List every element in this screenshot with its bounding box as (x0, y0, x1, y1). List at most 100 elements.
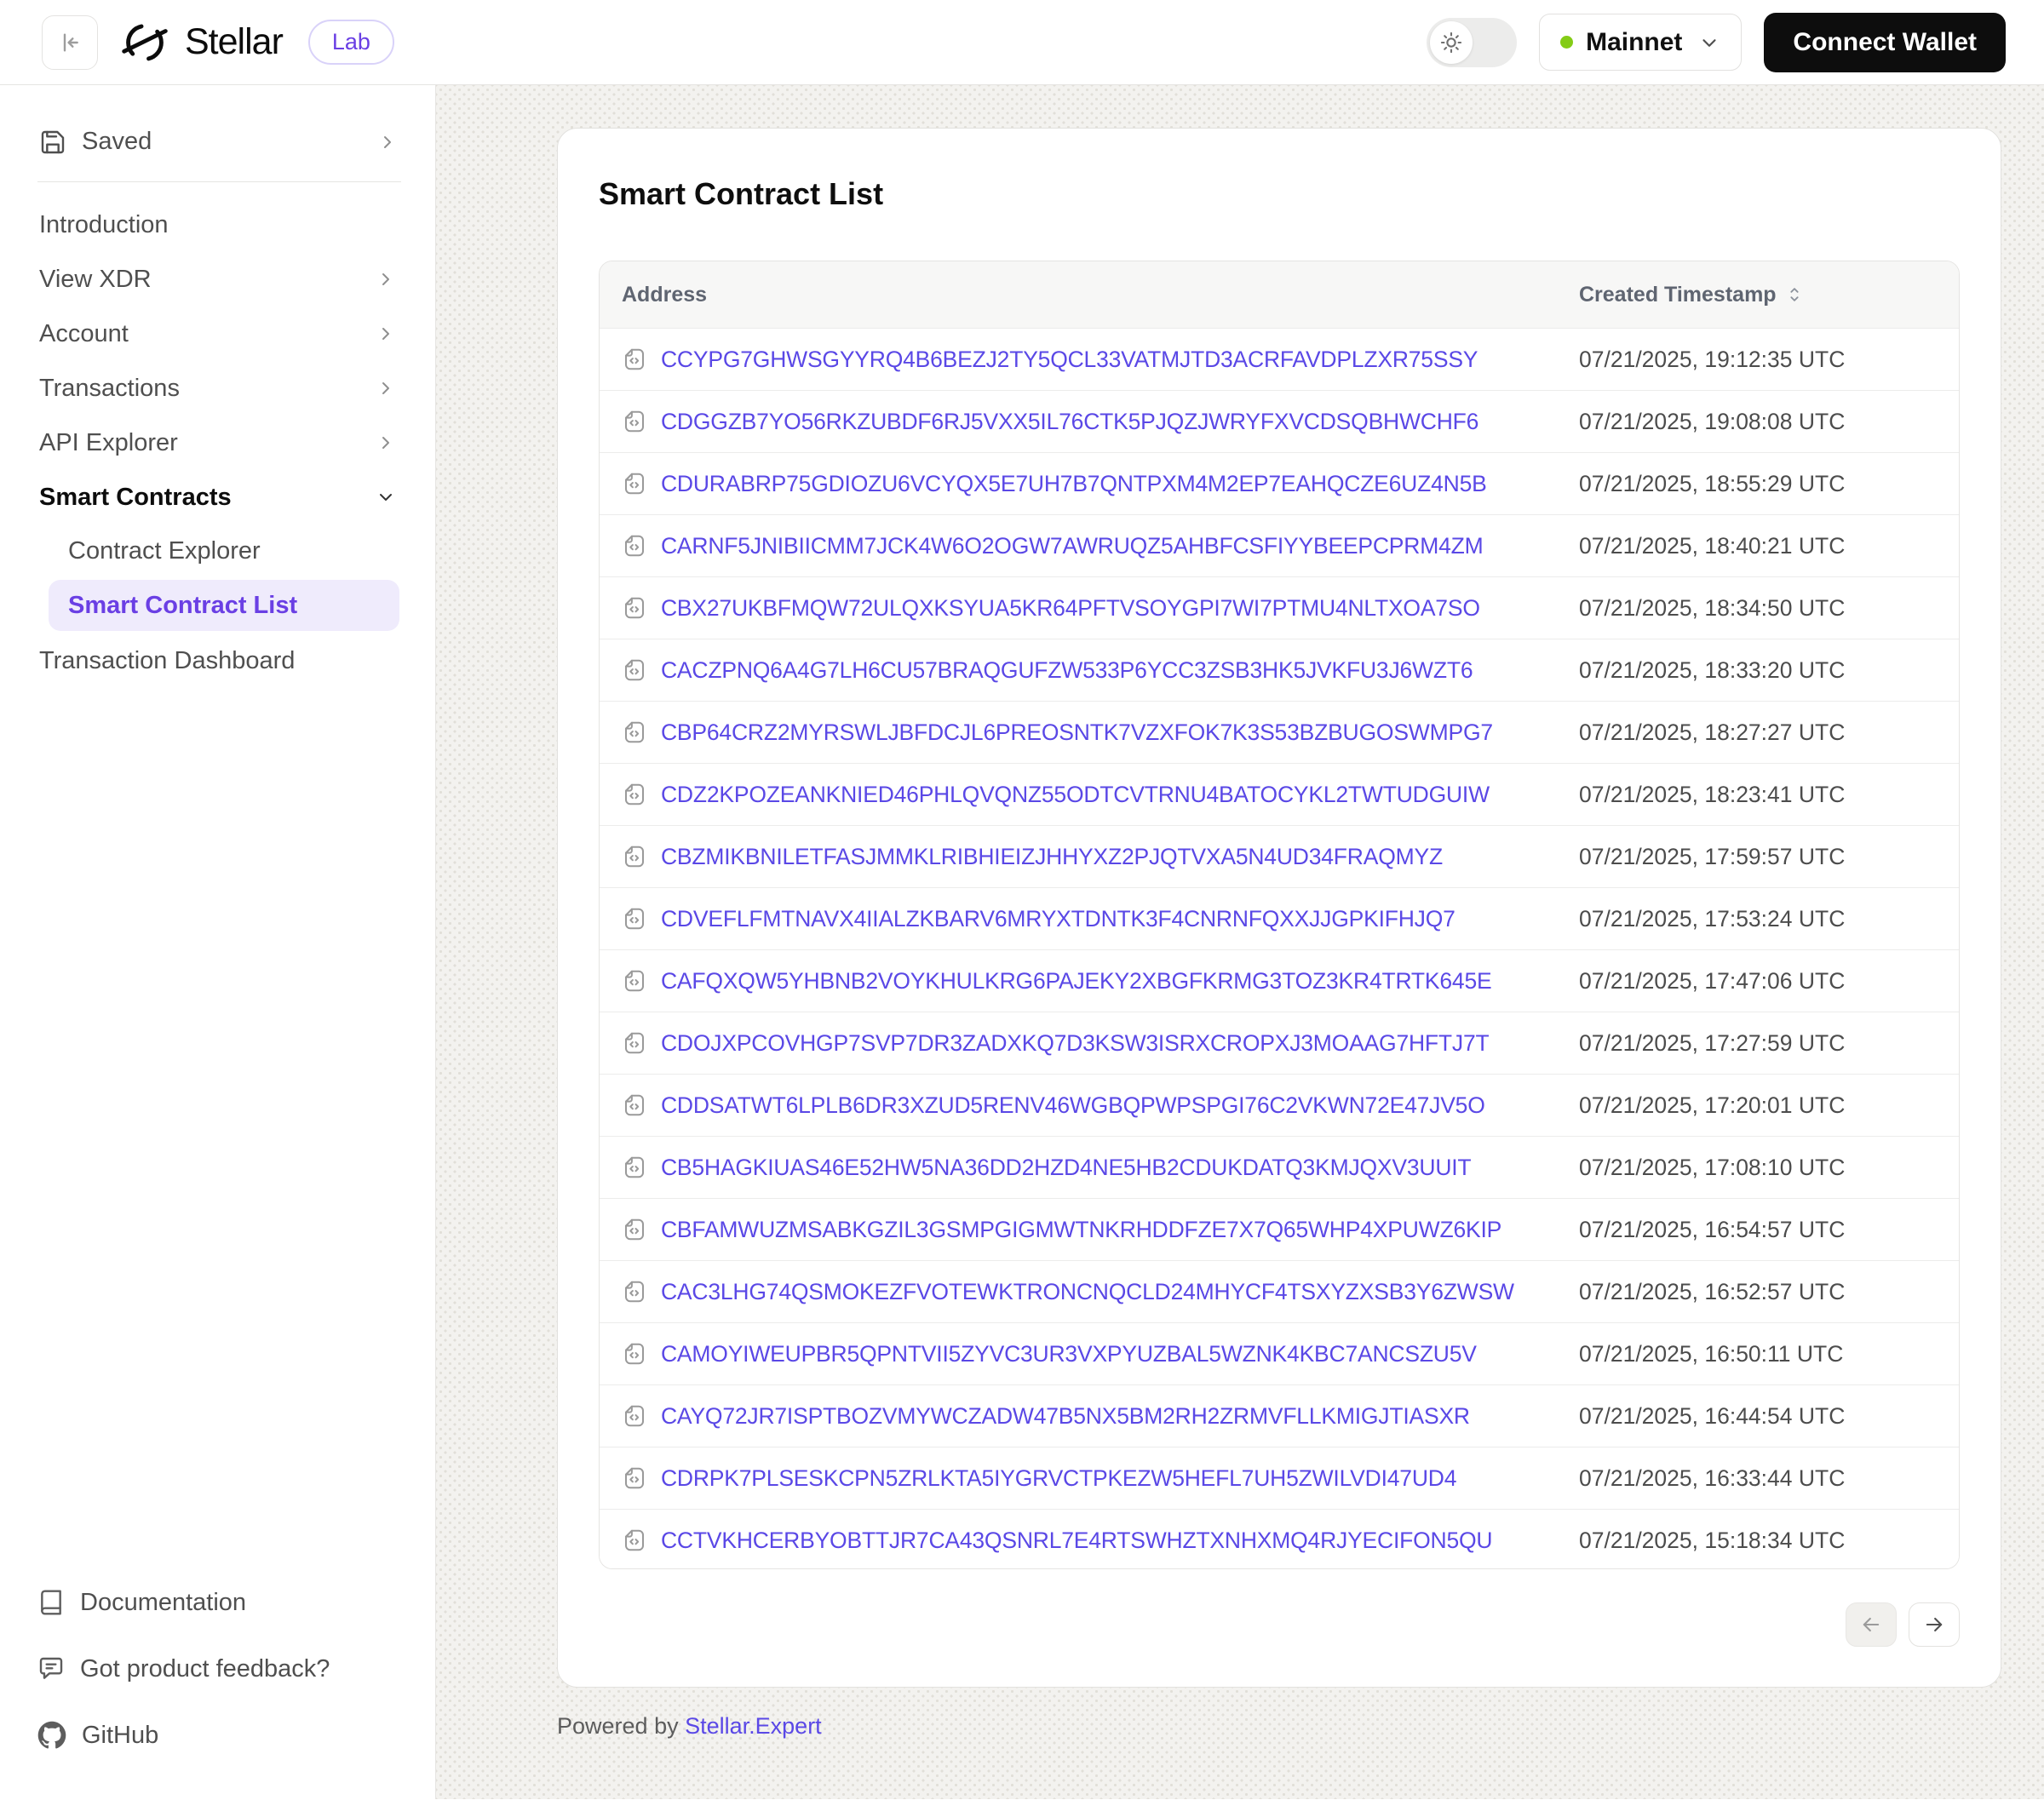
address-cell: CDVEFLFMTNAVX4IIALZKBARV6MRYXTDNTK3F4CNR… (622, 906, 1579, 932)
column-header-address: Address (622, 283, 1579, 307)
connect-wallet-button[interactable]: Connect Wallet (1764, 13, 2006, 72)
sort-icon (1785, 285, 1804, 304)
created-timestamp: 07/21/2025, 17:47:06 UTC (1579, 968, 1937, 995)
contract-address-link[interactable]: CB5HAGKIUAS46E52HW5NA36DD2HZD4NE5HB2CDUK… (661, 1155, 1471, 1181)
contract-address-link[interactable]: CACZPNQ6A4G7LH6CU57BRAQGUFZW533P6YCC3ZSB… (661, 657, 1473, 684)
chevron-right-icon (376, 433, 396, 453)
chevron-down-icon (1698, 32, 1720, 54)
sidebar-item-label: View XDR (39, 266, 152, 294)
network-status-dot (1560, 36, 1573, 49)
contract-icon (622, 1030, 647, 1056)
network-select[interactable]: Mainnet (1539, 14, 1742, 71)
contract-address-link[interactable]: CBX27UKBFMQW72ULQXKSYUA5KR64PFTVSOYGPI7W… (661, 595, 1480, 622)
table-row: CDURABRP75GDIOZU6VCYQX5E7UH7B7QNTPXM4M2E… (600, 452, 1959, 514)
contract-icon (622, 1465, 647, 1491)
created-timestamp: 07/21/2025, 16:44:54 UTC (1579, 1403, 1937, 1430)
created-timestamp: 07/21/2025, 18:27:27 UTC (1579, 719, 1937, 746)
documentation-link[interactable]: Documentation (37, 1573, 401, 1632)
contract-address-link[interactable]: CAFQXQW5YHBNB2VOYKHULKRG6PAJEKY2XBGFKRMG… (661, 968, 1492, 995)
sidebar-item-transactions[interactable]: Transactions (37, 361, 401, 416)
sidebar-item-view-xdr[interactable]: View XDR (37, 252, 401, 307)
contract-address-link[interactable]: CDZ2KPOZEANKNIED46PHLQVQNZ55ODTCVTRNU4BA… (661, 782, 1490, 808)
created-timestamp: 07/21/2025, 18:33:20 UTC (1579, 657, 1937, 684)
sidebar-item-label: Introduction (39, 211, 169, 239)
contract-address-link[interactable]: CDDSATWT6LPLB6DR3XZUD5RENV46WGBQPWPSPGI7… (661, 1092, 1485, 1119)
contract-icon (622, 409, 647, 434)
created-timestamp: 07/21/2025, 18:40:21 UTC (1579, 533, 1937, 559)
table-row: CDZ2KPOZEANKNIED46PHLQVQNZ55ODTCVTRNU4BA… (600, 763, 1959, 825)
table-header-row: Address Created Timestamp (600, 261, 1959, 328)
stellar-logo-icon (122, 20, 168, 66)
created-timestamp: 07/21/2025, 16:54:57 UTC (1579, 1217, 1937, 1243)
address-cell: CB5HAGKIUAS46E52HW5NA36DD2HZD4NE5HB2CDUK… (622, 1155, 1579, 1181)
sidebar-item-saved[interactable]: Saved (37, 114, 401, 181)
created-timestamp: 07/21/2025, 16:33:44 UTC (1579, 1465, 1937, 1492)
feedback-bubble-icon (37, 1655, 65, 1682)
sidebar-item-label: Contract Explorer (68, 537, 261, 565)
created-timestamp: 07/21/2025, 19:08:08 UTC (1579, 409, 1937, 435)
contract-address-link[interactable]: CBP64CRZ2MYRSWLJBFDCJL6PREOSNTK7VZXFOK7K… (661, 719, 1493, 746)
contract-address-link[interactable]: CBZMIKBNILETFASJMMKLRIBHIEIZJHHYXZ2PJQTV… (661, 844, 1443, 870)
contract-address-link[interactable]: CARNF5JNIBIICMM7JCK4W6O2OGW7AWRUQZ5AHBFC… (661, 533, 1484, 559)
contract-address-link[interactable]: CAC3LHG74QSMOKEZFVOTEWKTRONCNQCLD24MHYCF… (661, 1279, 1514, 1305)
brand-name: Stellar (185, 21, 283, 63)
book-icon (37, 1589, 65, 1616)
table-row: CAFQXQW5YHBNB2VOYKHULKRG6PAJEKY2XBGFKRMG… (600, 949, 1959, 1012)
table-row: CDVEFLFMTNAVX4IIALZKBARV6MRYXTDNTK3F4CNR… (600, 887, 1959, 949)
feedback-link[interactable]: Got product feedback? (37, 1639, 401, 1699)
created-timestamp: 07/21/2025, 18:34:50 UTC (1579, 595, 1937, 622)
address-cell: CAC3LHG74QSMOKEZFVOTEWKTRONCNQCLD24MHYCF… (622, 1279, 1579, 1305)
contract-address-link[interactable]: CCYPG7GHWSGYYRQ4B6BEZJ2TY5QCL33VATMJTD3A… (661, 347, 1478, 373)
github-link[interactable]: GitHub (37, 1705, 401, 1765)
contract-address-link[interactable]: CDOJXPCOVHGP7SVP7DR3ZADXKQ7D3KSW3ISRXCRO… (661, 1030, 1489, 1057)
sidebar-item-api-explorer[interactable]: API Explorer (37, 416, 401, 470)
contract-address-link[interactable]: CDGGZB7YO56RKZUBDF6RJ5VXX5IL76CTK5PJQZJW… (661, 409, 1478, 435)
chevron-right-icon (376, 378, 396, 398)
next-page-button[interactable] (1909, 1602, 1960, 1647)
created-timestamp: 07/21/2025, 17:27:59 UTC (1579, 1030, 1937, 1057)
address-cell: CCYPG7GHWSGYYRQ4B6BEZJ2TY5QCL33VATMJTD3A… (622, 347, 1579, 373)
contract-address-link[interactable]: CAYQ72JR7ISPTBOZVMYWCZADW47B5NX5BM2RH2ZR… (661, 1403, 1470, 1430)
column-header-created-timestamp[interactable]: Created Timestamp (1579, 283, 1937, 307)
theme-toggle-knob (1430, 21, 1473, 64)
created-timestamp: 07/21/2025, 17:53:24 UTC (1579, 906, 1937, 932)
contract-address-link[interactable]: CAMOYIWEUPBR5QPNTVII5ZYVC3UR3VXPYUZBAL5W… (661, 1341, 1477, 1367)
created-timestamp: 07/21/2025, 19:12:35 UTC (1579, 347, 1937, 373)
address-cell: CBX27UKBFMQW72ULQXKSYUA5KR64PFTVSOYGPI7W… (622, 595, 1579, 622)
contract-address-link[interactable]: CDRPK7PLSESKCPN5ZRLKTA5IYGRVCTPKEZW5HEFL… (661, 1465, 1456, 1492)
contract-icon (622, 533, 647, 559)
contract-address-link[interactable]: CBFAMWUZMSABKGZIL3GSMPGIGMWTNKRHDDFZE7X7… (661, 1217, 1501, 1243)
sidebar-item-label: Transaction Dashboard (39, 647, 295, 675)
sidebar-item-contract-explorer[interactable]: Contract Explorer (37, 525, 401, 577)
created-timestamp: 07/21/2025, 15:18:34 UTC (1579, 1528, 1937, 1554)
created-timestamp: 07/21/2025, 17:20:01 UTC (1579, 1092, 1937, 1119)
powered-by: Powered by Stellar.Expert (557, 1713, 2001, 1740)
created-timestamp: 07/21/2025, 18:55:29 UTC (1579, 471, 1937, 497)
collapse-sidebar-button[interactable] (42, 15, 98, 70)
contract-address-link[interactable]: CCTVKHCERBYOBTTJR7CA43QSNRL7E4RTSWHZTXNH… (661, 1528, 1492, 1554)
sidebar-item-smart-contract-list[interactable]: Smart Contract List (49, 580, 399, 631)
theme-toggle[interactable] (1427, 18, 1517, 67)
created-timestamp: 07/21/2025, 17:59:57 UTC (1579, 844, 1937, 870)
sidebar-item-transaction-dashboard[interactable]: Transaction Dashboard (37, 633, 401, 688)
stellar-expert-link[interactable]: Stellar.Expert (685, 1713, 822, 1739)
contract-icon (622, 968, 647, 994)
address-cell: CDZ2KPOZEANKNIED46PHLQVQNZ55ODTCVTRNU4BA… (622, 782, 1579, 808)
network-label: Mainnet (1586, 28, 1682, 57)
top-bar-actions: Mainnet Connect Wallet (1427, 13, 2006, 72)
address-cell: CAMOYIWEUPBR5QPNTVII5ZYVC3UR3VXPYUZBAL5W… (622, 1341, 1579, 1367)
sidebar-item-smart-contracts[interactable]: Smart Contracts (37, 470, 401, 525)
footer-link-label: Documentation (80, 1589, 246, 1617)
address-cell: CBZMIKBNILETFASJMMKLRIBHIEIZJHHYXZ2PJQTV… (622, 844, 1579, 870)
brand-logo[interactable]: Stellar Lab (122, 20, 394, 66)
sidebar-item-account[interactable]: Account (37, 307, 401, 361)
contract-address-link[interactable]: CDVEFLFMTNAVX4IIALZKBARV6MRYXTDNTK3F4CNR… (661, 906, 1455, 932)
github-icon (37, 1721, 66, 1750)
chevron-right-icon (376, 324, 396, 344)
sidebar-item-introduction[interactable]: Introduction (37, 198, 401, 252)
contract-icon (622, 1155, 647, 1180)
address-cell: CAYQ72JR7ISPTBOZVMYWCZADW47B5NX5BM2RH2ZR… (622, 1403, 1579, 1430)
contract-address-link[interactable]: CDURABRP75GDIOZU6VCYQX5E7UH7B7QNTPXM4M2E… (661, 471, 1487, 497)
table-row: CDGGZB7YO56RKZUBDF6RJ5VXX5IL76CTK5PJQZJW… (600, 390, 1959, 452)
previous-page-button[interactable] (1846, 1602, 1897, 1647)
